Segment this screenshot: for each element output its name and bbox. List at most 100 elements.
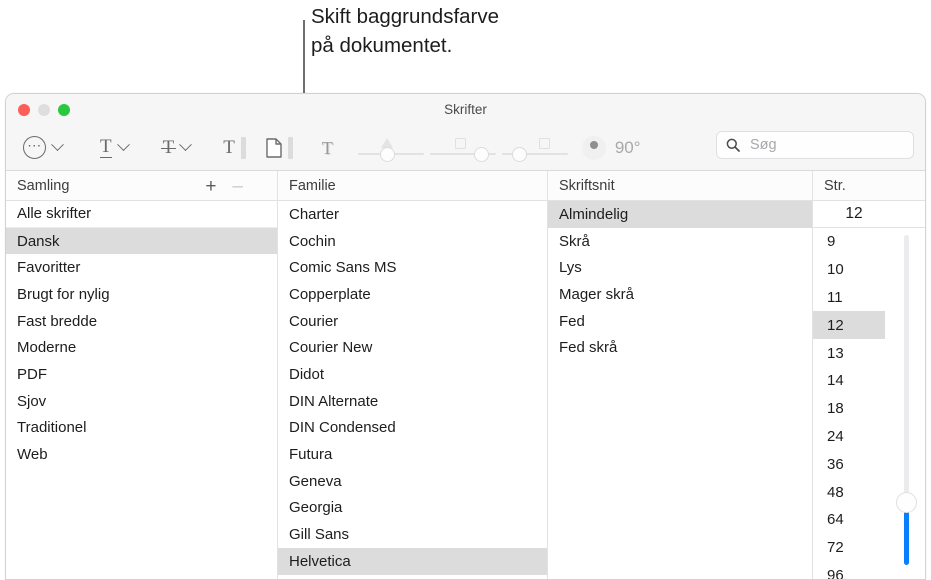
family-item-label: Georgia <box>289 499 343 517</box>
search-input[interactable] <box>748 136 898 154</box>
family-list[interactable]: Charter Cochin Comic Sans MS Copperplate Cou… <box>277 201 547 579</box>
typeface-item[interactable]: Mager skrå <box>548 281 812 308</box>
square-indicator-icon <box>454 137 466 149</box>
size-slider-knob[interactable] <box>896 492 917 513</box>
background-color-swatch <box>287 136 293 159</box>
size-item[interactable]: 72 <box>813 534 885 562</box>
family-item[interactable]: Gill Sans <box>278 521 547 548</box>
chevron-down-icon <box>51 138 64 152</box>
size-item[interactable]: 14 <box>813 367 885 395</box>
add-collection-button[interactable]: + <box>205 177 216 196</box>
collection-item[interactable]: Traditionel <box>6 415 277 442</box>
size-column: 12 9 10 11 12 13 14 18 24 36 48 64 72 96 <box>812 201 925 579</box>
underline-button[interactable]: T <box>100 133 130 163</box>
collection-item[interactable]: Brugt for nylig <box>6 281 277 308</box>
ellipsis-circle-icon: ⋯ <box>23 136 46 159</box>
family-item[interactable]: Didot <box>278 361 547 388</box>
size-item-label: 72 <box>827 539 844 557</box>
underline-text-icon: T <box>100 136 112 158</box>
size-item[interactable]: 24 <box>813 423 885 451</box>
size-item[interactable]: 10 <box>813 256 885 284</box>
collection-item[interactable]: Web <box>6 441 277 468</box>
remove-collection-button[interactable]: – <box>232 177 243 196</box>
size-slider[interactable] <box>896 235 917 565</box>
typeface-item[interactable]: Fed skrå <box>548 334 812 361</box>
font-panel-body: Alle skrifter Dansk Favoritter Brugt for ny… <box>6 201 925 579</box>
size-item[interactable]: 96 <box>813 562 885 579</box>
family-item[interactable]: Helvetica <box>278 547 547 575</box>
size-item[interactable]: 9 <box>813 228 885 256</box>
size-value-field[interactable]: 12 <box>813 201 925 228</box>
family-item[interactable]: DIN Condensed <box>278 415 547 442</box>
column-header-typeface: Skriftsnit <box>547 171 812 200</box>
family-item[interactable]: Geneva <box>278 468 547 495</box>
dial-pip-icon <box>589 140 598 149</box>
typeface-item-label: Lys <box>559 259 582 277</box>
column-header-collection: Samling + – <box>6 171 277 200</box>
size-item[interactable]: 13 <box>813 339 885 367</box>
document-background-color-icon <box>266 137 282 158</box>
family-item-label: Geneva <box>289 472 342 490</box>
family-item[interactable]: Futura <box>278 441 547 468</box>
size-item[interactable]: 12 <box>813 311 885 340</box>
size-item[interactable]: 18 <box>813 395 885 423</box>
typeface-item[interactable]: Almindelig <box>548 201 812 228</box>
collection-list[interactable]: Alle skrifter Dansk Favoritter Brugt for ny… <box>6 201 277 579</box>
text-color-button[interactable]: T <box>223 133 246 163</box>
collection-item[interactable]: Sjov <box>6 388 277 415</box>
collection-item[interactable]: Fast bredde <box>6 308 277 335</box>
size-item[interactable]: 11 <box>813 284 885 312</box>
collection-item[interactable]: Moderne <box>6 334 277 361</box>
family-item[interactable]: Cochin <box>278 228 547 255</box>
size-item-label: 48 <box>827 483 844 501</box>
collection-item[interactable]: Alle skrifter <box>6 201 277 228</box>
typeface-item[interactable]: Skrå <box>548 228 812 255</box>
slider-knob[interactable] <box>379 146 395 162</box>
collection-item-label: Fast bredde <box>17 312 98 330</box>
shadow-offset-slider[interactable] <box>501 133 568 163</box>
typeface-list[interactable]: Almindelig Skrå Lys Mager skrå Fed Fed skrå <box>547 201 812 579</box>
search-field[interactable] <box>716 131 914 159</box>
column-header-family-label: Familie <box>289 177 336 194</box>
family-item-label: Copperplate <box>289 285 371 303</box>
callout-annotation: Skift baggrundsfarve på dokumentet. <box>311 2 731 60</box>
family-item-label: Gill Sans <box>289 526 350 544</box>
typeface-item[interactable]: Lys <box>548 254 812 281</box>
shadow-angle-control[interactable]: 90° <box>581 133 641 163</box>
collection-item-label: PDF <box>17 365 47 383</box>
shadow-blur-slider[interactable] <box>429 133 496 163</box>
action-menu-button[interactable]: ⋯ <box>23 133 64 163</box>
shadow-angle-dial[interactable] <box>581 135 606 160</box>
text-shadow-toggle[interactable]: T <box>322 133 333 163</box>
family-item[interactable]: Copperplate <box>278 281 547 308</box>
size-item[interactable]: 36 <box>813 450 885 478</box>
family-item[interactable]: Charter <box>278 201 547 228</box>
slider-knob[interactable] <box>473 146 489 162</box>
column-header-collection-label: Samling <box>17 177 70 194</box>
family-item[interactable]: Courier New <box>278 334 547 361</box>
family-item[interactable]: Georgia <box>278 495 547 522</box>
collection-item[interactable]: Favoritter <box>6 254 277 281</box>
callout-line-1: Skift baggrundsfarve <box>311 5 500 28</box>
document-background-color-button[interactable] <box>266 133 293 163</box>
shadow-opacity-slider[interactable] <box>357 133 424 163</box>
typeface-item-label: Almindelig <box>559 205 629 223</box>
column-header-size: Str. <box>812 171 925 200</box>
size-item[interactable]: 48 <box>813 478 885 506</box>
collection-item[interactable]: PDF <box>6 361 277 388</box>
slider-knob[interactable] <box>511 146 527 162</box>
family-item-label: Didot <box>289 365 325 383</box>
size-item[interactable]: 64 <box>813 506 885 534</box>
strikethrough-button[interactable]: T <box>160 133 193 163</box>
family-item[interactable]: Comic Sans MS <box>278 254 547 281</box>
typeface-item[interactable]: Fed <box>548 308 812 335</box>
size-slider-fill <box>904 507 909 565</box>
collection-actions: + – <box>205 171 243 201</box>
collection-item-label: Alle skrifter <box>17 205 92 223</box>
family-item[interactable]: Courier <box>278 308 547 335</box>
collection-item[interactable]: Dansk <box>6 227 277 255</box>
size-item-label: 11 <box>827 288 843 306</box>
family-item[interactable]: DIN Alternate <box>278 388 547 415</box>
family-item-label: Courier <box>289 312 339 330</box>
collection-item-label: Sjov <box>17 392 47 410</box>
